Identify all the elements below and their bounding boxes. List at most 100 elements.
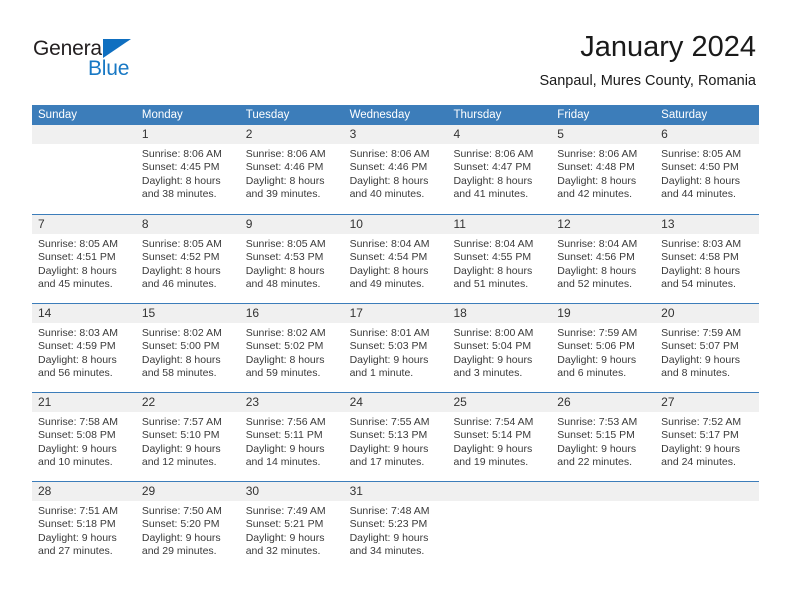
day-cell[interactable]: 2 Sunrise: 8:06 AM Sunset: 4:46 PM Dayli… xyxy=(239,125,344,214)
day-cell[interactable]: 1 Sunrise: 8:06 AM Sunset: 4:45 PM Dayli… xyxy=(135,125,240,214)
sunset-text: Sunset: 5:00 PM xyxy=(141,340,220,353)
day-cell[interactable]: 8 Sunrise: 8:05 AM Sunset: 4:52 PM Dayli… xyxy=(135,215,240,303)
sunrise-text: Sunrise: 8:06 AM xyxy=(557,148,638,160)
sunset-text: Sunset: 5:02 PM xyxy=(245,340,324,353)
day-number: 4 xyxy=(447,125,552,144)
sunset-text: Sunset: 5:10 PM xyxy=(141,429,220,442)
day-cell[interactable]: 25 Sunrise: 7:54 AM Sunset: 5:14 PM Dayl… xyxy=(447,393,552,481)
day-cell[interactable]: 13 Sunrise: 8:03 AM Sunset: 4:58 PM Dayl… xyxy=(655,215,760,303)
sunset-text: Sunset: 4:59 PM xyxy=(38,340,116,353)
day-number: 2 xyxy=(239,125,344,144)
day-cell[interactable] xyxy=(551,482,656,570)
day-cell[interactable]: 21 Sunrise: 7:58 AM Sunset: 5:08 PM Dayl… xyxy=(32,393,136,481)
daylight-text-line1: Daylight: 9 hours xyxy=(661,353,740,366)
daylight-text-line2: and 12 minutes. xyxy=(141,456,217,469)
sunrise-text: Sunrise: 8:02 AM xyxy=(245,327,326,339)
daylight-text-line1: Daylight: 9 hours xyxy=(557,353,637,366)
day-cell[interactable]: 11 Sunrise: 8:04 AM Sunset: 4:55 PM Dayl… xyxy=(447,215,552,303)
daylight-text-line1: Daylight: 9 hours xyxy=(453,442,533,455)
day-cell[interactable]: 22 Sunrise: 7:57 AM Sunset: 5:10 PM Dayl… xyxy=(135,393,240,481)
sunset-text: Sunset: 4:47 PM xyxy=(453,161,532,174)
day-cell[interactable] xyxy=(447,482,552,570)
sunrise-text: Sunrise: 8:06 AM xyxy=(349,148,430,160)
day-cell[interactable]: 15 Sunrise: 8:02 AM Sunset: 5:00 PM Dayl… xyxy=(135,304,240,392)
daylight-text-line2: and 40 minutes. xyxy=(349,188,425,201)
day-cell[interactable]: 5 Sunrise: 8:06 AM Sunset: 4:48 PM Dayli… xyxy=(551,125,656,214)
day-cell[interactable]: 26 Sunrise: 7:53 AM Sunset: 5:15 PM Dayl… xyxy=(551,393,656,481)
sunset-text: Sunset: 4:55 PM xyxy=(453,251,532,264)
daylight-text-line1: Daylight: 8 hours xyxy=(141,264,221,277)
day-cell[interactable]: 28 Sunrise: 7:51 AM Sunset: 5:18 PM Dayl… xyxy=(32,482,136,570)
daylight-text-line1: Daylight: 8 hours xyxy=(245,353,325,366)
daylight-text-line2: and 52 minutes. xyxy=(557,278,633,291)
sunset-text: Sunset: 5:18 PM xyxy=(38,518,116,531)
day-details: Sunrise: 8:06 AM Sunset: 4:46 PM Dayligh… xyxy=(240,144,344,202)
day-number: 21 xyxy=(32,393,136,412)
day-details: Sunrise: 8:06 AM Sunset: 4:47 PM Dayligh… xyxy=(447,144,551,202)
day-details: Sunrise: 7:54 AM Sunset: 5:14 PM Dayligh… xyxy=(447,412,551,470)
day-details: Sunrise: 7:56 AM Sunset: 5:11 PM Dayligh… xyxy=(240,412,344,470)
daylight-text-line2: and 58 minutes. xyxy=(141,367,217,380)
day-number: 29 xyxy=(135,482,240,501)
day-details: Sunrise: 8:05 AM Sunset: 4:50 PM Dayligh… xyxy=(655,144,759,202)
sunset-text: Sunset: 4:45 PM xyxy=(141,161,220,174)
day-cell[interactable]: 31 Sunrise: 7:48 AM Sunset: 5:23 PM Dayl… xyxy=(343,482,448,570)
day-number: 18 xyxy=(447,304,552,323)
day-number: 5 xyxy=(551,125,656,144)
day-number: 13 xyxy=(655,215,760,234)
day-cell[interactable]: 3 Sunrise: 8:06 AM Sunset: 4:46 PM Dayli… xyxy=(343,125,448,214)
daylight-text-line1: Daylight: 9 hours xyxy=(349,353,429,366)
daylight-text-line1: Daylight: 9 hours xyxy=(661,442,740,455)
day-cell[interactable]: 19 Sunrise: 7:59 AM Sunset: 5:06 PM Dayl… xyxy=(551,304,656,392)
sunrise-text: Sunrise: 7:51 AM xyxy=(38,505,118,517)
sunset-text: Sunset: 5:15 PM xyxy=(557,429,635,442)
daylight-text-line1: Daylight: 9 hours xyxy=(557,442,637,455)
sunrise-text: Sunrise: 7:56 AM xyxy=(245,416,326,428)
day-cell[interactable]: 20 Sunrise: 7:59 AM Sunset: 5:07 PM Dayl… xyxy=(655,304,760,392)
day-cell[interactable]: 7 Sunrise: 8:05 AM Sunset: 4:51 PM Dayli… xyxy=(32,215,136,303)
day-cell[interactable]: 24 Sunrise: 7:55 AM Sunset: 5:13 PM Dayl… xyxy=(343,393,448,481)
sunrise-text: Sunrise: 7:59 AM xyxy=(661,327,742,339)
day-cell[interactable]: 30 Sunrise: 7:49 AM Sunset: 5:21 PM Dayl… xyxy=(239,482,344,570)
day-details: Sunrise: 7:48 AM Sunset: 5:23 PM Dayligh… xyxy=(344,501,448,559)
daylight-text-line1: Daylight: 9 hours xyxy=(141,531,221,544)
sunset-text: Sunset: 5:23 PM xyxy=(349,518,428,531)
day-cell[interactable]: 17 Sunrise: 8:01 AM Sunset: 5:03 PM Dayl… xyxy=(343,304,448,392)
daylight-text-line1: Daylight: 8 hours xyxy=(453,264,533,277)
day-cell[interactable] xyxy=(655,482,760,570)
day-cell[interactable]: 4 Sunrise: 8:06 AM Sunset: 4:47 PM Dayli… xyxy=(447,125,552,214)
day-cell[interactable]: 16 Sunrise: 8:02 AM Sunset: 5:02 PM Dayl… xyxy=(239,304,344,392)
day-number: 14 xyxy=(32,304,136,323)
sunrise-text: Sunrise: 8:05 AM xyxy=(141,238,222,250)
daylight-text-line2: and 49 minutes. xyxy=(349,278,425,291)
sunset-text: Sunset: 5:20 PM xyxy=(141,518,220,531)
day-number: 28 xyxy=(32,482,136,501)
day-cell[interactable]: 23 Sunrise: 7:56 AM Sunset: 5:11 PM Dayl… xyxy=(239,393,344,481)
day-details: Sunrise: 8:06 AM Sunset: 4:46 PM Dayligh… xyxy=(344,144,448,202)
day-cell[interactable]: 10 Sunrise: 8:04 AM Sunset: 4:54 PM Dayl… xyxy=(343,215,448,303)
daylight-text-line2: and 51 minutes. xyxy=(453,278,529,291)
sunset-text: Sunset: 4:46 PM xyxy=(349,161,428,174)
sunrise-text: Sunrise: 7:49 AM xyxy=(245,505,326,517)
day-details xyxy=(655,501,759,505)
day-number: 6 xyxy=(655,125,760,144)
page-title: January 2024 xyxy=(580,31,756,63)
daylight-text-line2: and 44 minutes. xyxy=(661,188,736,201)
day-details: Sunrise: 7:50 AM Sunset: 5:20 PM Dayligh… xyxy=(136,501,240,559)
sunrise-text: Sunrise: 8:06 AM xyxy=(453,148,534,160)
day-cell[interactable]: 6 Sunrise: 8:05 AM Sunset: 4:50 PM Dayli… xyxy=(655,125,760,214)
day-cell[interactable] xyxy=(32,125,136,214)
day-number: 16 xyxy=(239,304,344,323)
daylight-text-line1: Daylight: 9 hours xyxy=(141,442,221,455)
sunrise-text: Sunrise: 8:04 AM xyxy=(557,238,638,250)
day-cell[interactable]: 29 Sunrise: 7:50 AM Sunset: 5:20 PM Dayl… xyxy=(135,482,240,570)
daylight-text-line2: and 48 minutes. xyxy=(245,278,321,291)
day-number: 19 xyxy=(551,304,656,323)
day-cell[interactable]: 12 Sunrise: 8:04 AM Sunset: 4:56 PM Dayl… xyxy=(551,215,656,303)
day-cell[interactable]: 27 Sunrise: 7:52 AM Sunset: 5:17 PM Dayl… xyxy=(655,393,760,481)
day-number: 30 xyxy=(239,482,344,501)
week-row: 28 Sunrise: 7:51 AM Sunset: 5:18 PM Dayl… xyxy=(32,481,760,570)
day-cell[interactable]: 18 Sunrise: 8:00 AM Sunset: 5:04 PM Dayl… xyxy=(447,304,552,392)
day-cell[interactable]: 9 Sunrise: 8:05 AM Sunset: 4:53 PM Dayli… xyxy=(239,215,344,303)
day-cell[interactable]: 14 Sunrise: 8:03 AM Sunset: 4:59 PM Dayl… xyxy=(32,304,136,392)
